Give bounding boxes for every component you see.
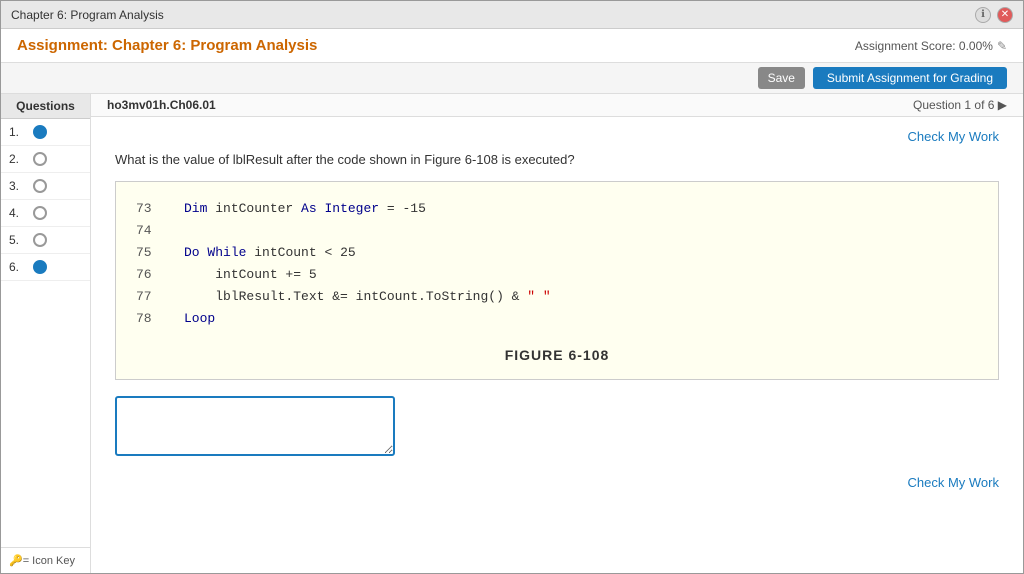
line-num-77: 77 — [136, 286, 160, 308]
sidebar-item-5[interactable]: 5. — [1, 227, 90, 254]
sidebar-item-2-label: 2. — [9, 152, 25, 166]
icon-key-label: 🔑= Icon Key — [9, 554, 75, 567]
sidebar-item-3-indicator — [33, 179, 47, 193]
code-line-75: 75 Do While intCount < 25 — [136, 242, 978, 264]
main-window: Chapter 6: Program Analysis ℹ ✕ Assignme… — [0, 0, 1024, 574]
edit-score-icon[interactable]: ✎ — [997, 39, 1007, 53]
sidebar-item-5-label: 5. — [9, 233, 25, 247]
sidebar-footer: 🔑= Icon Key — [1, 547, 90, 573]
sidebar-item-1-indicator — [33, 125, 47, 139]
close-button[interactable]: ✕ — [997, 7, 1013, 23]
line-num-75: 75 — [136, 242, 160, 264]
toolbar: Save Submit Assignment for Grading — [1, 63, 1023, 94]
main-content: Questions 1. 2. 3. 4. — [1, 94, 1023, 573]
line-num-76: 76 — [136, 264, 160, 286]
code-line-73: 73 Dim intCounter As Integer = -15 — [136, 198, 978, 220]
sidebar-item-6[interactable]: 6. — [1, 254, 90, 281]
code-line-76: 76 intCount += 5 — [136, 264, 978, 286]
code-line-77: 77 lblResult.Text &= intCount.ToString()… — [136, 286, 978, 308]
code-line-78: 78 Loop — [136, 308, 978, 330]
check-work-top-area: Check My Work — [115, 129, 999, 144]
code-figure: 73 Dim intCounter As Integer = -15 74 75 — [115, 181, 999, 380]
sidebar-item-3[interactable]: 3. — [1, 173, 90, 200]
title-bar: Chapter 6: Program Analysis ℹ ✕ — [1, 1, 1023, 29]
sidebar-item-3-label: 3. — [9, 179, 25, 193]
sidebar-item-1-label: 1. — [9, 125, 25, 139]
sidebar-item-4-indicator — [33, 206, 47, 220]
sidebar-item-6-label: 6. — [9, 260, 25, 274]
save-button[interactable]: Save — [758, 67, 805, 89]
code-block: 73 Dim intCounter As Integer = -15 74 75 — [136, 198, 978, 331]
sidebar-item-4[interactable]: 4. — [1, 200, 90, 227]
sidebar: Questions 1. 2. 3. 4. — [1, 94, 91, 573]
submit-button[interactable]: Submit Assignment for Grading — [813, 67, 1007, 89]
sidebar-item-5-indicator — [33, 233, 47, 247]
sidebar-items-list: 1. 2. 3. 4. 5. — [1, 119, 90, 281]
sidebar-item-6-indicator — [33, 260, 47, 274]
figure-caption: FIGURE 6-108 — [136, 347, 978, 363]
code-line-74: 74 — [136, 220, 978, 242]
check-work-top-button[interactable]: Check My Work — [908, 129, 1000, 144]
question-text: What is the value of lblResult after the… — [115, 152, 999, 167]
assignment-header: Assignment: Chapter 6: Program Analysis … — [1, 29, 1023, 63]
answer-area — [115, 396, 999, 459]
score-label: Assignment Score: 0.00% — [855, 39, 993, 53]
check-work-bottom-button[interactable]: Check My Work — [908, 475, 1000, 490]
question-body: Check My Work What is the value of lblRe… — [91, 117, 1023, 573]
sidebar-item-2-indicator — [33, 152, 47, 166]
score-area: Assignment Score: 0.00% ✎ — [855, 39, 1007, 53]
answer-input[interactable] — [115, 396, 395, 456]
line-num-73: 73 — [136, 198, 160, 220]
info-button[interactable]: ℹ — [975, 7, 991, 23]
sidebar-item-2[interactable]: 2. — [1, 146, 90, 173]
content-header: ho3mv01h.Ch06.01 Question 1 of 6 ▶ — [91, 94, 1023, 117]
question-nav[interactable]: Question 1 of 6 ▶ — [913, 98, 1007, 112]
assignment-title: Assignment: Chapter 6: Program Analysis — [17, 37, 317, 54]
line-num-74: 74 — [136, 220, 160, 242]
sidebar-item-4-label: 4. — [9, 206, 25, 220]
window-title: Chapter 6: Program Analysis — [11, 8, 164, 22]
line-num-78: 78 — [136, 308, 160, 330]
sidebar-item-1[interactable]: 1. — [1, 119, 90, 146]
content-area: ho3mv01h.Ch06.01 Question 1 of 6 ▶ Check… — [91, 94, 1023, 573]
tab-label: ho3mv01h.Ch06.01 — [107, 98, 216, 112]
check-work-bottom-area: Check My Work — [115, 475, 999, 498]
window-controls: ℹ ✕ — [975, 7, 1013, 23]
sidebar-header: Questions — [1, 94, 90, 119]
